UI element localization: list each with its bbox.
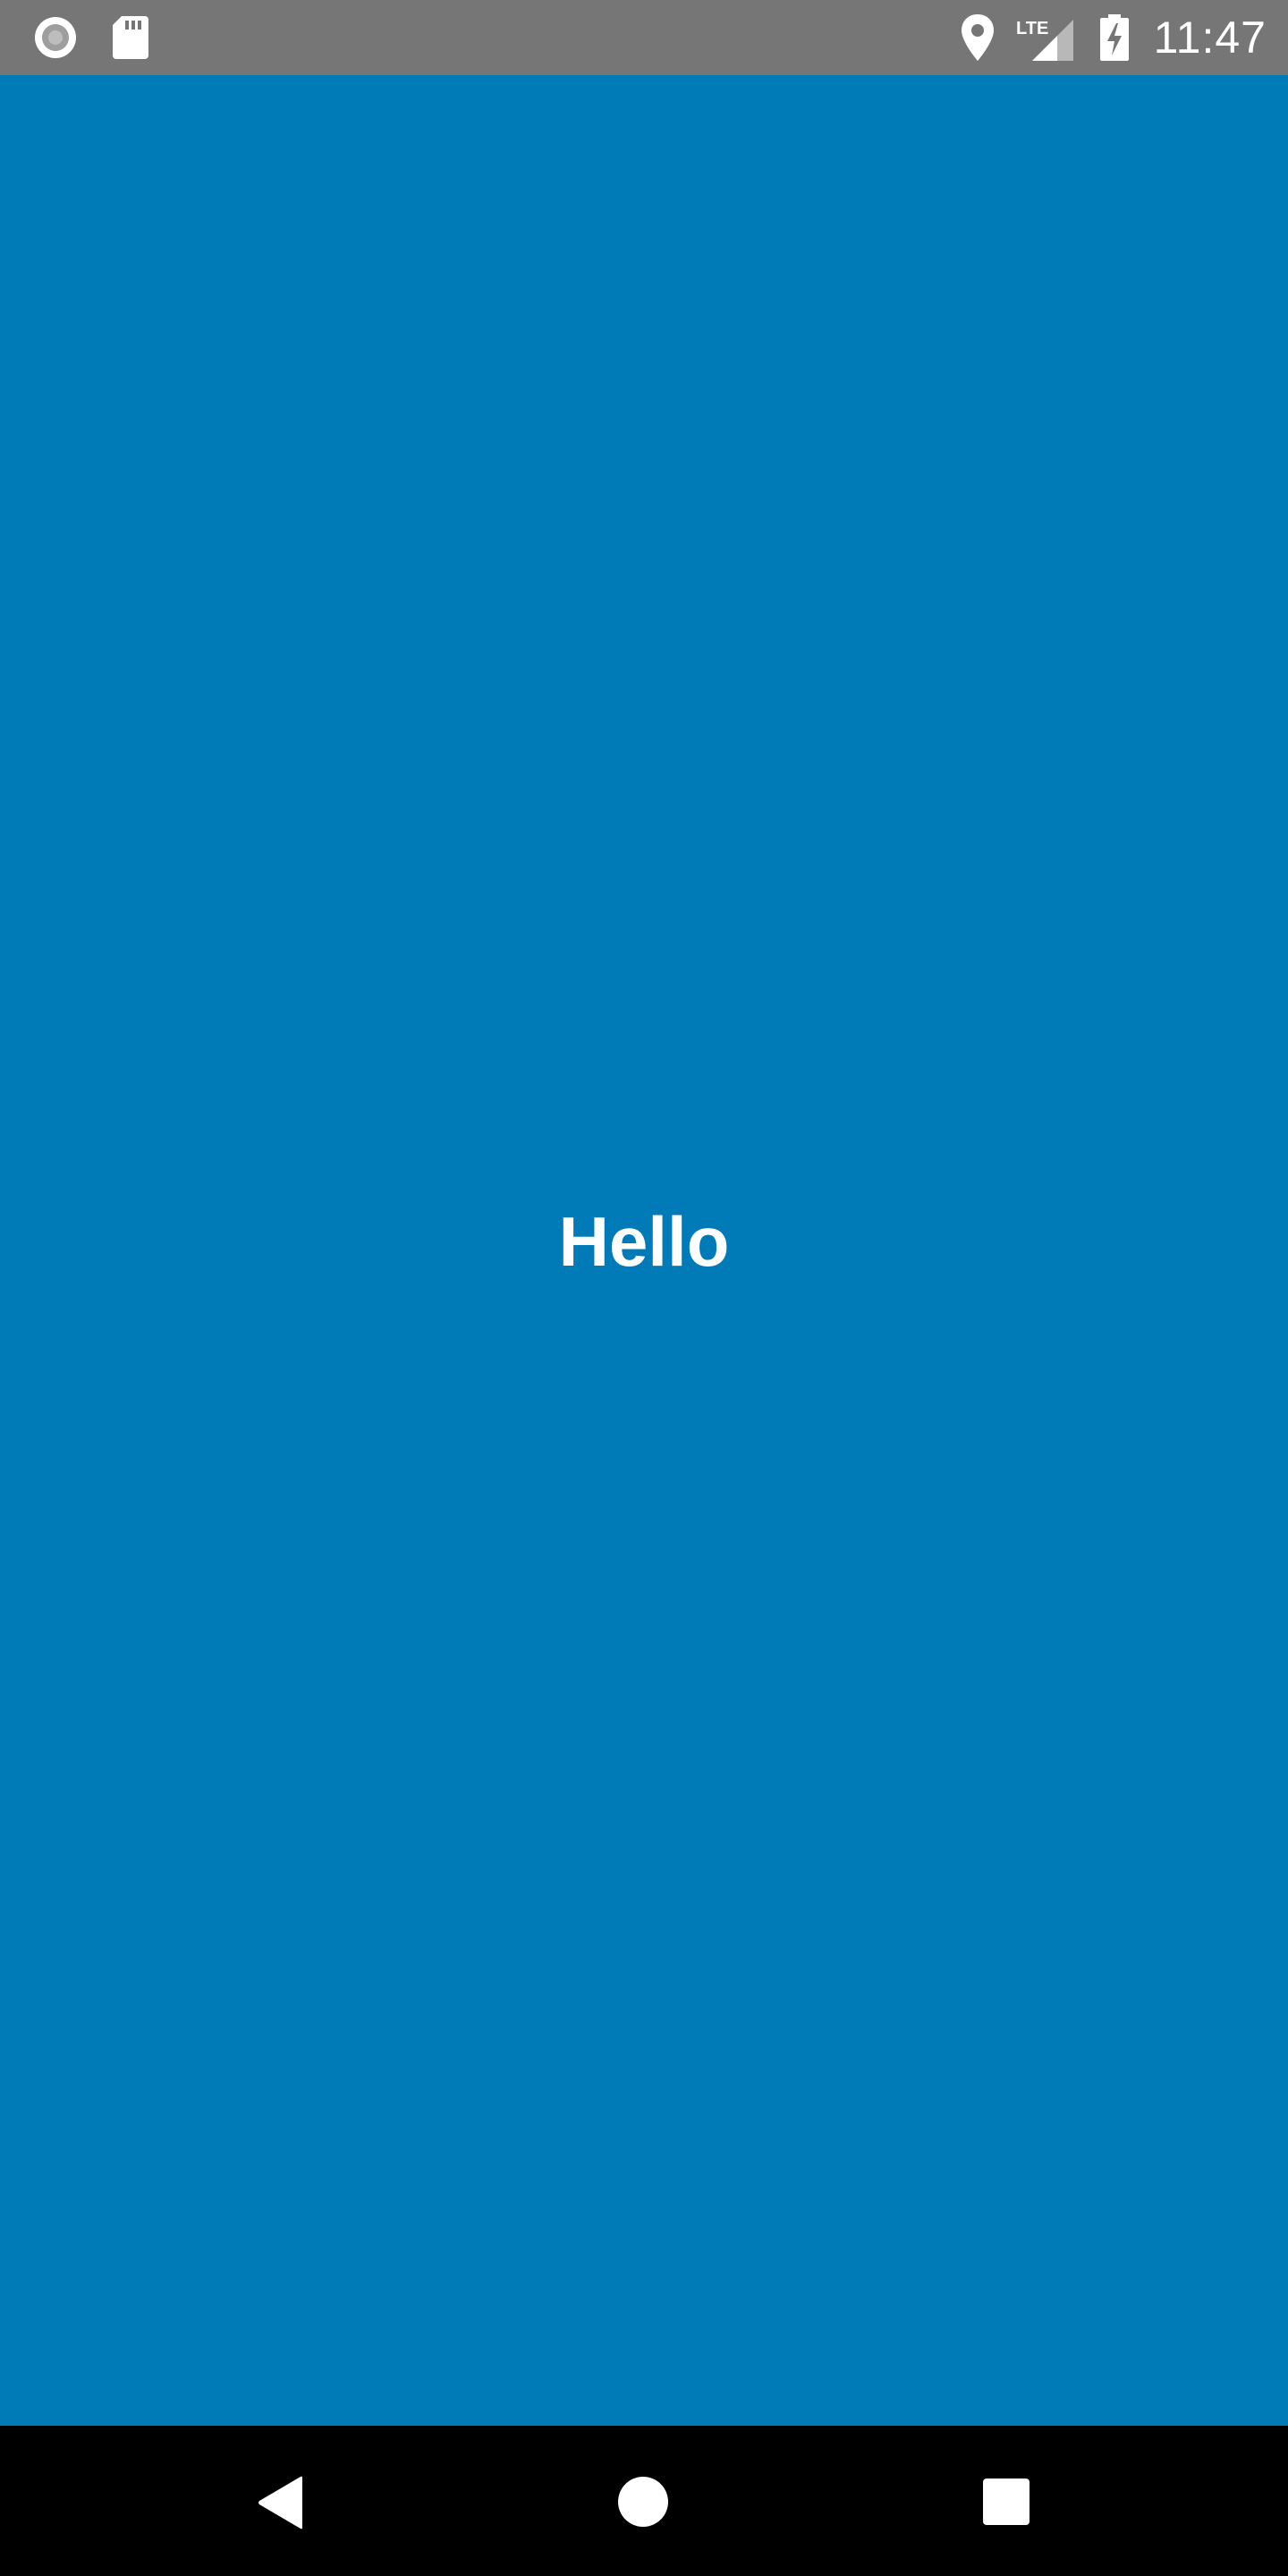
- recents-button[interactable]: [982, 2478, 1030, 2526]
- hello-text: Hello: [558, 1202, 730, 1281]
- location-icon: [962, 14, 994, 61]
- status-clock: 11:47: [1153, 13, 1267, 63]
- lte-signal-icon: LTE: [1016, 19, 1073, 61]
- navigation-bar: [0, 2426, 1288, 2576]
- sd-card-icon: [113, 16, 148, 59]
- main-content: Hello: [0, 75, 1288, 2426]
- record-icon: [35, 17, 76, 58]
- lte-label: LTE: [1016, 19, 1048, 38]
- battery-charging-icon: [1100, 14, 1129, 61]
- status-bar: LTE 11:47: [0, 0, 1288, 75]
- back-button[interactable]: [254, 2474, 308, 2531]
- app-screen: LTE 11:47 Hello: [0, 0, 1288, 2576]
- home-button[interactable]: [617, 2476, 669, 2528]
